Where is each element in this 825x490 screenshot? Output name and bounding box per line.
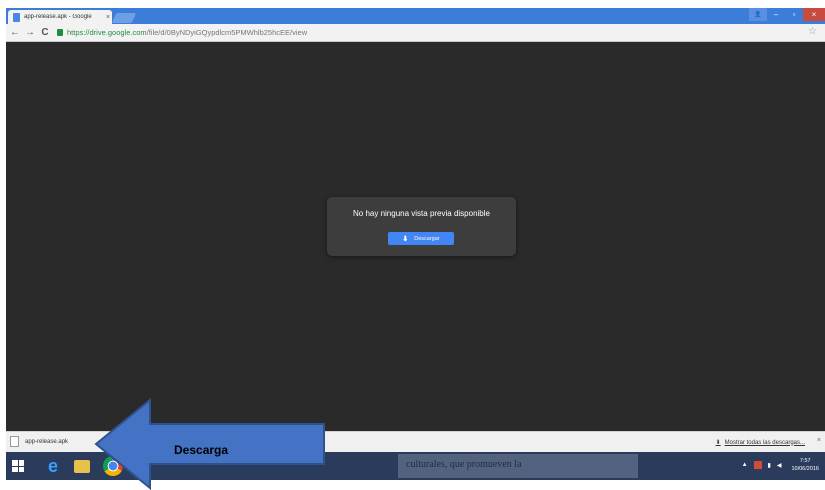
downloaded-file-name: app-release.apk bbox=[25, 438, 69, 445]
download-button-label: Descargar bbox=[414, 235, 440, 242]
bookmark-star-icon[interactable]: ☆ bbox=[808, 26, 817, 37]
tray-arrow-icon[interactable]: ▲ bbox=[742, 462, 748, 468]
user-icon[interactable]: 👤 bbox=[749, 8, 767, 21]
user-glyph: 👤 bbox=[754, 12, 762, 18]
action-center-flag-icon[interactable] bbox=[753, 461, 762, 469]
lock-icon bbox=[57, 29, 63, 36]
url-host: https://drive.google.com bbox=[67, 28, 147, 37]
windows-start-icon[interactable] bbox=[12, 460, 24, 472]
background-document-strip: culturales, que promueven la bbox=[398, 454, 638, 478]
drive-file-icon bbox=[13, 12, 20, 22]
download-icon: ⬇ bbox=[715, 440, 721, 446]
annotation-label: Descarga bbox=[174, 443, 229, 457]
volume-icon[interactable]: ◀ bbox=[777, 462, 782, 469]
tab-strip: app-release.apk - Google × 👤 – ▫ × bbox=[6, 8, 825, 24]
browser-tab[interactable]: app-release.apk - Google × bbox=[8, 10, 112, 24]
maximize-button[interactable]: ▫ bbox=[785, 8, 803, 21]
download-icon: ⬇ bbox=[402, 235, 409, 243]
window-controls: 👤 – ▫ × bbox=[749, 8, 825, 22]
show-all-downloads-link[interactable]: ⬇ Mostrar todas las descargas... bbox=[715, 439, 805, 447]
download-button[interactable]: ⬇ Descargar bbox=[388, 232, 454, 245]
clock-time: 7:57 bbox=[799, 458, 811, 464]
taskbar-clock[interactable]: 7:57 10/06/2016 bbox=[791, 457, 819, 473]
new-tab-button[interactable] bbox=[111, 13, 137, 23]
address-bar[interactable]: https://drive.google.com/file/d/0ByNDyiG… bbox=[67, 28, 307, 37]
shelf-close-icon[interactable]: × bbox=[817, 437, 821, 444]
network-icon[interactable]: ▮ bbox=[768, 462, 771, 469]
address-toolbar: ← → C https://drive.google.com/file/d/0B… bbox=[6, 24, 825, 42]
tab-close-icon[interactable]: × bbox=[106, 14, 110, 21]
close-window-button[interactable]: × bbox=[803, 8, 825, 21]
file-viewer: No hay ninguna vista previa disponible ⬇… bbox=[6, 42, 825, 431]
back-icon[interactable]: ← bbox=[9, 27, 21, 38]
tab-title: app-release.apk - Google bbox=[24, 14, 92, 20]
clock-date: 10/06/2016 bbox=[791, 466, 819, 472]
no-preview-message: No hay ninguna vista previa disponible bbox=[353, 209, 490, 218]
file-explorer-icon[interactable] bbox=[74, 460, 90, 473]
system-tray: ▲ ▮ ◀ 7:57 10/06/2016 bbox=[742, 457, 819, 473]
minimize-button[interactable]: – bbox=[767, 8, 785, 21]
no-preview-dialog: No hay ninguna vista previa disponible ⬇… bbox=[327, 197, 516, 256]
downloaded-file-item[interactable]: app-release.apk bbox=[10, 436, 68, 447]
url-path: /file/d/0ByNDyiGQypdlcm5PMWhlb25hcEE/vie… bbox=[146, 28, 308, 37]
file-icon bbox=[10, 436, 19, 447]
reload-icon[interactable]: C bbox=[39, 27, 51, 38]
internet-explorer-icon[interactable]: e bbox=[42, 455, 64, 477]
background-document-text: culturales, que promueven la bbox=[406, 459, 522, 470]
show-all-downloads-label: Mostrar todas las descargas... bbox=[724, 439, 805, 446]
forward-icon[interactable]: → bbox=[24, 27, 36, 38]
